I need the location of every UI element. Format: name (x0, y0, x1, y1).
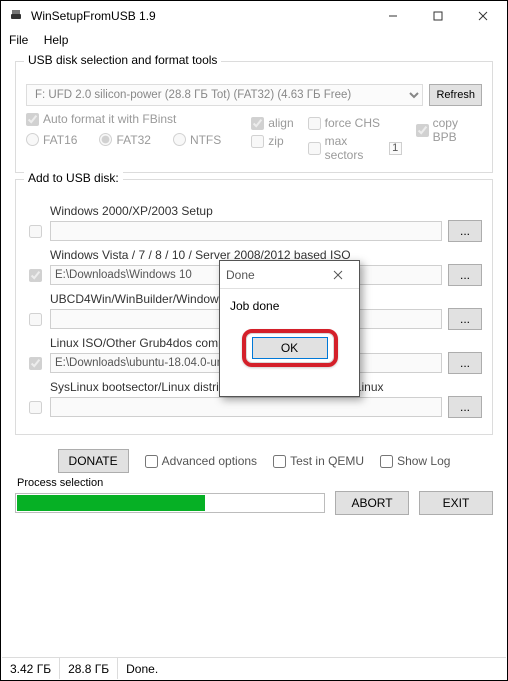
minimize-button[interactable] (370, 2, 415, 30)
process-label: Process selection (17, 477, 493, 489)
testqemu-checkbox[interactable]: Test in QEMU (273, 454, 364, 468)
browse-win2000[interactable]: ... (448, 220, 482, 242)
path-syslinux[interactable] (50, 397, 442, 417)
check-ubcd[interactable] (29, 313, 42, 326)
showlog-checkbox[interactable]: Show Log (380, 454, 450, 468)
drive-select[interactable]: F: UFD 2.0 silicon-power (28.8 ГБ Tot) (… (26, 84, 423, 106)
advanced-checkbox[interactable]: Advanced options (145, 454, 257, 468)
progress-bar (15, 493, 325, 513)
annotation-highlight: OK (242, 329, 338, 367)
group-add-legend: Add to USB disk: (24, 171, 123, 185)
maxsectors-checkbox[interactable]: max sectors (308, 134, 402, 162)
maxsectors-input[interactable] (389, 142, 402, 155)
group-usb-selection: USB disk selection and format tools F: U… (15, 61, 493, 173)
check-syslinux[interactable] (29, 401, 42, 414)
status-total: 28.8 ГБ (60, 658, 118, 679)
close-button[interactable] (460, 2, 505, 30)
browse-syslinux[interactable]: ... (448, 396, 482, 418)
status-used: 3.42 ГБ (2, 658, 60, 679)
exit-button[interactable]: EXIT (419, 491, 493, 515)
abort-button[interactable]: ABORT (335, 491, 409, 515)
window-title: WinSetupFromUSB 1.9 (31, 9, 370, 23)
autoformat-label: Auto format it with FBinst (43, 112, 176, 126)
align-checkbox[interactable]: align (251, 116, 293, 130)
check-winvista[interactable] (29, 269, 42, 282)
browse-ubcd[interactable]: ... (448, 308, 482, 330)
label-win2000: Windows 2000/XP/2003 Setup (50, 204, 482, 218)
menu-file[interactable]: File (9, 33, 28, 47)
forcechs-checkbox[interactable]: force CHS (308, 116, 402, 130)
done-dialog: Done Job done OK (219, 260, 360, 397)
dialog-title: Done (226, 268, 323, 282)
zip-checkbox[interactable]: zip (251, 134, 293, 148)
refresh-button[interactable]: Refresh (429, 84, 482, 106)
path-win2000[interactable] (50, 221, 442, 241)
donate-button[interactable]: DONATE (58, 449, 129, 473)
ntfs-radio[interactable]: NTFS (173, 133, 221, 147)
ok-button[interactable]: OK (252, 337, 328, 359)
fat32-radio[interactable]: FAT32 (99, 133, 150, 147)
maximize-button[interactable] (415, 2, 460, 30)
menubar: File Help (1, 31, 507, 51)
browse-winvista[interactable]: ... (448, 264, 482, 286)
check-win2000[interactable] (29, 225, 42, 238)
dialog-body: Job done (220, 289, 359, 323)
copybpb-checkbox[interactable]: copy BPB (416, 116, 482, 144)
dialog-close-button[interactable] (323, 264, 353, 286)
fat16-radio[interactable]: FAT16 (26, 133, 77, 147)
titlebar: WinSetupFromUSB 1.9 (1, 1, 507, 31)
autoformat-checkbox[interactable]: Auto format it with FBinst (26, 112, 176, 126)
check-linuxiso[interactable] (29, 357, 42, 370)
menu-help[interactable]: Help (44, 33, 69, 47)
app-icon (9, 8, 25, 24)
browse-linuxiso[interactable]: ... (448, 352, 482, 374)
group-usb-legend: USB disk selection and format tools (24, 53, 221, 67)
statusbar: 3.42 ГБ 28.8 ГБ Done. (2, 657, 506, 679)
status-text: Done. (118, 658, 506, 679)
